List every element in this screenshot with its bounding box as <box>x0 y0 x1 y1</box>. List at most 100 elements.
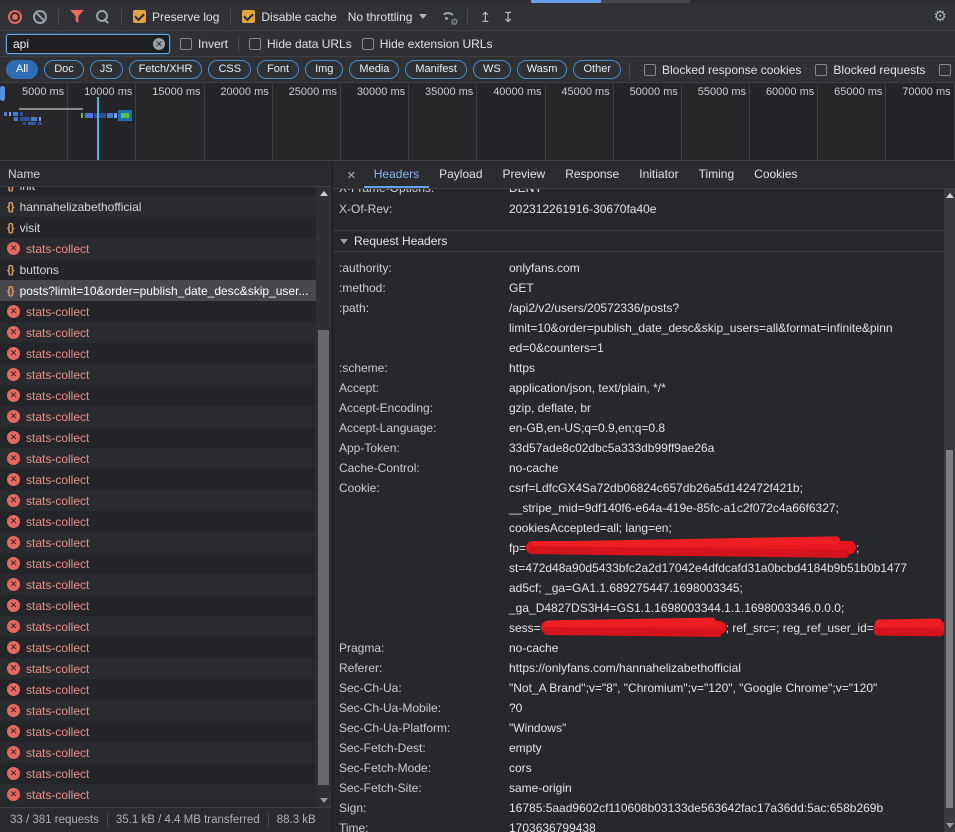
timeline-tick-label: 20000 ms <box>220 86 268 98</box>
timeline-column: 10000 ms <box>68 84 136 160</box>
details-scrollbar[interactable] <box>944 189 955 832</box>
request-list-scrollbar[interactable] <box>316 187 331 807</box>
request-row[interactable]: ✕stats-collect <box>0 385 316 406</box>
waterfall-mark <box>20 117 30 121</box>
network-overview-timeline[interactable]: 5000 ms10000 ms15000 ms20000 ms25000 ms3… <box>0 84 955 161</box>
request-row[interactable]: ✕stats-collect <box>0 637 316 658</box>
request-row[interactable]: ✕stats-collect <box>0 784 316 805</box>
3rd-party-requests-checkbox[interactable]: 3rd-party requests <box>939 63 955 77</box>
filter-pill-all[interactable]: All <box>6 60 38 79</box>
filter-pill-fetch-xhr[interactable]: Fetch/XHR <box>129 60 203 79</box>
filter-input[interactable] <box>7 37 153 51</box>
request-row[interactable]: ✕stats-collect <box>0 679 316 700</box>
error-icon: ✕ <box>7 599 20 612</box>
timeline-selection-handle[interactable] <box>0 86 5 101</box>
filter-pill-font[interactable]: Font <box>257 60 299 79</box>
request-row[interactable]: ✕stats-collect <box>0 511 316 532</box>
request-headers-section-toggle[interactable]: Request Headers <box>333 230 944 252</box>
scroll-down-icon[interactable] <box>946 823 954 828</box>
filter-pill-other[interactable]: Other <box>573 60 621 79</box>
request-row[interactable]: {}posts?limit=10&order=publish_date_desc… <box>0 280 316 301</box>
request-row[interactable]: ✕stats-collect <box>0 301 316 322</box>
header-value-text: cookiesAccepted=all; lang=en; <box>509 521 672 535</box>
request-row[interactable]: ✕stats-collect <box>0 616 316 637</box>
tab-response[interactable]: Response <box>555 162 629 188</box>
timeline-tick-label: 10000 ms <box>84 86 132 98</box>
scrollbar-thumb[interactable] <box>318 330 329 785</box>
tab-payload[interactable]: Payload <box>429 162 492 188</box>
request-row[interactable]: {}visit <box>0 217 316 238</box>
settings-gear-icon[interactable]: ⚙ <box>934 9 947 24</box>
clear-network-log-button[interactable] <box>33 10 47 24</box>
invert-checkbox[interactable]: Invert <box>180 37 228 51</box>
network-conditions-icon[interactable]: ⚙ <box>438 10 456 24</box>
filter-pill-manifest[interactable]: Manifest <box>405 60 467 79</box>
record-network-log-button[interactable] <box>8 10 22 24</box>
scroll-up-icon[interactable] <box>320 191 328 196</box>
import-har-icon[interactable]: ↥ <box>479 10 491 24</box>
request-row[interactable]: ✕stats-collect <box>0 658 316 679</box>
preserve-log-checkbox[interactable]: Preserve log <box>133 10 219 24</box>
request-row[interactable]: ✕stats-collect <box>0 238 316 259</box>
filter-icon[interactable] <box>70 10 84 23</box>
tab-cookies[interactable]: Cookies <box>744 162 807 188</box>
scrollbar-thumb[interactable] <box>946 450 953 808</box>
request-row[interactable]: ✕stats-collect <box>0 553 316 574</box>
disclosure-triangle-icon <box>340 239 348 244</box>
name-column-header[interactable]: Name <box>0 162 331 187</box>
request-row[interactable]: ✕stats-collect <box>0 364 316 385</box>
request-row[interactable]: ✕stats-collect <box>0 595 316 616</box>
request-row[interactable]: ✕stats-collect <box>0 721 316 742</box>
timeline-cursor <box>97 97 99 160</box>
request-name: hannahelizabethofficial <box>20 200 142 214</box>
request-row[interactable]: ✕stats-collect <box>0 406 316 427</box>
waterfall-mark <box>28 122 36 125</box>
filter-pill-media[interactable]: Media <box>349 60 399 79</box>
request-row[interactable]: ✕stats-collect <box>0 343 316 364</box>
header-row: Referer:https://onlyfans.com/hannaheliza… <box>333 658 944 678</box>
throttling-value: No throttling <box>348 10 413 24</box>
request-name: stats-collect <box>26 683 89 697</box>
request-row[interactable]: ✕stats-collect <box>0 700 316 721</box>
disable-cache-checkbox[interactable]: Disable cache <box>242 10 336 24</box>
request-row[interactable]: ✕stats-collect <box>0 742 316 763</box>
request-row[interactable]: ✕stats-collect <box>0 490 316 511</box>
filter-pill-ws[interactable]: WS <box>473 60 511 79</box>
filter-pill-js[interactable]: JS <box>90 60 123 79</box>
search-icon[interactable] <box>95 9 110 24</box>
request-row[interactable]: ✕stats-collect <box>0 469 316 490</box>
blocked-response-cookies-checkbox[interactable]: Blocked response cookies <box>644 63 801 77</box>
filter-pill-wasm[interactable]: Wasm <box>517 60 568 79</box>
export-har-icon[interactable]: ↧ <box>502 10 514 24</box>
header-value-text: ; <box>856 541 859 555</box>
hide-data-urls-checkbox[interactable]: Hide data URLs <box>249 37 352 51</box>
timeline-column: 30000 ms <box>341 84 409 160</box>
request-row[interactable]: {}init <box>0 187 316 196</box>
tab-preview[interactable]: Preview <box>493 162 556 188</box>
throttling-select[interactable]: No throttling <box>348 10 428 24</box>
request-row[interactable]: ✕stats-collect <box>0 763 316 784</box>
error-icon: ✕ <box>7 704 20 717</box>
clear-filter-icon[interactable]: ✕ <box>153 38 165 50</box>
close-icon[interactable]: × <box>339 168 364 183</box>
scroll-down-icon[interactable] <box>320 798 328 803</box>
header-row: X-Of-Rev: 202312261916-30670fa40e <box>333 199 944 220</box>
scroll-up-icon[interactable] <box>946 193 954 198</box>
header-name: Sec-Fetch-Dest: <box>339 738 509 758</box>
filter-pill-img[interactable]: Img <box>305 60 343 79</box>
request-row[interactable]: ✕stats-collect <box>0 574 316 595</box>
tab-timing[interactable]: Timing <box>689 162 745 188</box>
request-row[interactable]: {}hannahelizabethofficial <box>0 196 316 217</box>
request-row[interactable]: ✕stats-collect <box>0 322 316 343</box>
request-row[interactable]: ✕stats-collect <box>0 427 316 448</box>
blocked-requests-checkbox[interactable]: Blocked requests <box>815 63 925 77</box>
error-icon: ✕ <box>7 746 20 759</box>
request-row[interactable]: {}buttons <box>0 259 316 280</box>
request-row[interactable]: ✕stats-collect <box>0 532 316 553</box>
hide-extension-urls-checkbox[interactable]: Hide extension URLs <box>362 37 493 51</box>
request-row[interactable]: ✕stats-collect <box>0 448 316 469</box>
filter-pill-css[interactable]: CSS <box>208 60 251 79</box>
filter-pill-doc[interactable]: Doc <box>44 60 84 79</box>
tab-headers[interactable]: Headers <box>364 162 429 188</box>
tab-initiator[interactable]: Initiator <box>629 162 688 188</box>
